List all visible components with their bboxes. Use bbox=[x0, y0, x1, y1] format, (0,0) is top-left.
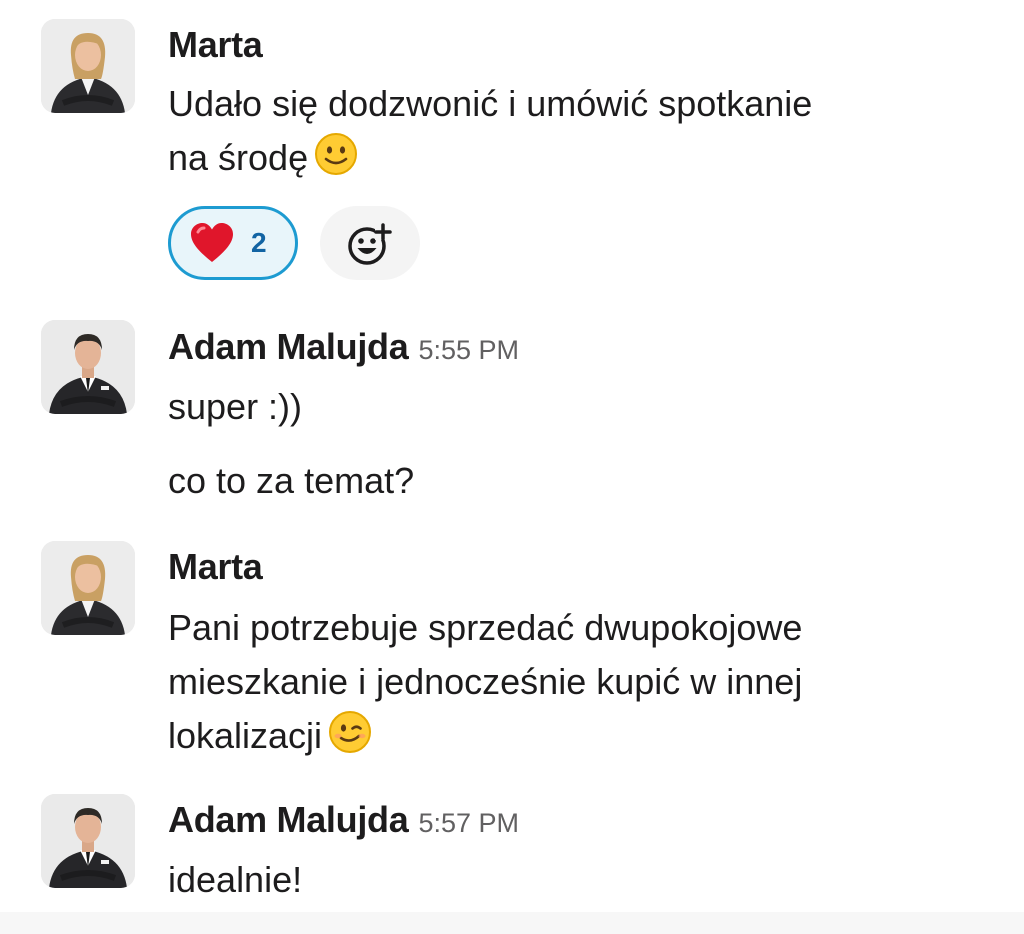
avatar-adam[interactable] bbox=[41, 794, 135, 888]
sender-name[interactable]: Marta bbox=[168, 24, 263, 65]
add-reaction-icon bbox=[348, 223, 392, 265]
message-line: mieszkanie i jednocześnie kupić w innej bbox=[168, 661, 803, 702]
sender-name[interactable]: Adam Malujda bbox=[168, 799, 409, 840]
winking-face-icon bbox=[328, 710, 372, 754]
message-text: co to za temat? bbox=[168, 460, 415, 501]
message-line-with-emoji: na środę bbox=[168, 131, 812, 185]
avatar-woman-photo bbox=[41, 541, 135, 635]
message-line: na środę bbox=[168, 137, 309, 178]
reaction-count: 2 bbox=[251, 227, 267, 258]
message-line: Udało się dodzwonić i umówić spotkanie bbox=[168, 83, 813, 124]
avatar-marta[interactable] bbox=[41, 541, 135, 635]
avatar-man-photo bbox=[41, 320, 135, 414]
message-line-with-emoji: lokalizacji bbox=[168, 709, 802, 763]
composer-edge bbox=[0, 912, 1024, 934]
slightly-smiling-face-icon bbox=[314, 132, 358, 176]
message-text: idealnie! bbox=[168, 859, 303, 900]
avatar-adam[interactable] bbox=[41, 320, 135, 414]
red-heart-icon bbox=[191, 223, 233, 262]
avatar-man-photo bbox=[41, 794, 135, 888]
reaction-heart-button[interactable]: 2 bbox=[168, 206, 298, 280]
message-line: Pani potrzebuje sprzedać dwupokojowe bbox=[168, 607, 803, 648]
message-text: Udało się dodzwonić i umówić spotkanie n… bbox=[168, 77, 812, 185]
avatar-marta[interactable] bbox=[41, 19, 135, 113]
message-header: Adam Malujda 5:55 PM bbox=[168, 326, 519, 368]
timestamp[interactable]: 5:57 PM bbox=[418, 808, 519, 838]
message-header: Marta bbox=[168, 546, 263, 588]
message-header: Adam Malujda 5:57 PM bbox=[168, 799, 519, 841]
message-header: Marta bbox=[168, 24, 263, 66]
sender-name[interactable]: Marta bbox=[168, 546, 263, 587]
message-text: super :)) bbox=[168, 386, 303, 427]
add-reaction-button[interactable] bbox=[320, 206, 420, 280]
message-text: Pani potrzebuje sprzedać dwupokojowe mie… bbox=[168, 601, 802, 763]
timestamp[interactable]: 5:55 PM bbox=[418, 335, 519, 365]
avatar-woman-photo bbox=[41, 19, 135, 113]
sender-name[interactable]: Adam Malujda bbox=[168, 326, 409, 367]
message-line: lokalizacji bbox=[168, 715, 323, 756]
